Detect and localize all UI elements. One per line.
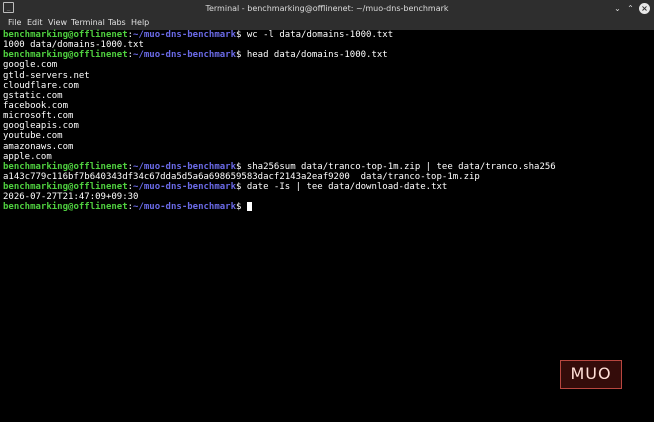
prompt-symbol: $ [236, 50, 247, 61]
output-line: 1000 data/domains-1000.txt [3, 40, 646, 50]
watermark-text: MUO [570, 364, 612, 383]
output-text: 1000 data/domains-1000.txt [3, 40, 144, 51]
menu-tabs[interactable]: Tabs [108, 18, 126, 27]
output-line: gstatic.com [3, 91, 646, 101]
output-line: gtld-servers.net [3, 71, 646, 81]
prompt-path: ~/muo-dns-benchmark [133, 202, 236, 213]
output-text: gstatic.com [3, 90, 63, 101]
output-text: a143c779c116bf7b640343df34c67dda5d5a6a69… [3, 171, 480, 182]
prompt-symbol: $ [236, 30, 247, 40]
text-cursor [246, 202, 252, 212]
prompt-user-host: benchmarking@offlinenet [3, 182, 128, 193]
output-line: microsoft.com [3, 111, 646, 121]
menu-edit[interactable]: Edit [27, 18, 43, 27]
output-line: apple.com [3, 152, 646, 162]
prompt-user-host: benchmarking@offlinenet [3, 30, 128, 40]
prompt-line: benchmarking@offlinenet:~/muo-dns-benchm… [3, 182, 646, 192]
window-title: Terminal - benchmarking@offlinenet: ~/mu… [205, 4, 449, 13]
output-text: microsoft.com [3, 111, 74, 122]
output-line: googleapis.com [3, 121, 646, 131]
prompt-symbol: $ [236, 182, 247, 193]
terminal-window: _ Terminal - benchmarking@offlinenet: ~/… [0, 0, 654, 422]
prompt-path: ~/muo-dns-benchmark [133, 161, 236, 172]
prompt-line: benchmarking@offlinenet:~/muo-dns-benchm… [3, 50, 646, 60]
command-text: date -Is | tee data/download-date.txt [246, 182, 448, 193]
output-text: 2026-07-27T21:47:09+09:30 [3, 192, 139, 203]
prompt-symbol: $ [236, 161, 247, 172]
output-text: apple.com [3, 151, 52, 162]
minimize-icon[interactable]: ⌄ [612, 3, 623, 14]
output-line: a143c779c116bf7b640343df34c67dda5d5a6a69… [3, 172, 646, 182]
prompt-user-host: benchmarking@offlinenet [3, 202, 128, 213]
menu-view[interactable]: View [48, 18, 67, 27]
prompt-path: ~/muo-dns-benchmark [133, 30, 236, 40]
output-text: facebook.com [3, 100, 69, 111]
output-line: youtube.com [3, 131, 646, 141]
output-line: cloudflare.com [3, 81, 646, 91]
prompt-user-host: benchmarking@offlinenet [3, 50, 128, 61]
command-text: wc -l data/domains-1000.txt [246, 30, 394, 40]
prompt-symbol: $ [236, 202, 247, 213]
prompt-line: benchmarking@offlinenet:~/muo-dns-benchm… [3, 202, 646, 212]
prompt-path: ~/muo-dns-benchmark [133, 182, 236, 193]
output-text: googleapis.com [3, 121, 79, 132]
output-text: gtld-servers.net [3, 70, 90, 81]
scrollbar[interactable] [646, 30, 654, 422]
prompt-line: benchmarking@offlinenet:~/muo-dns-benchm… [3, 162, 646, 172]
output-line: amazonaws.com [3, 142, 646, 152]
maximize-icon[interactable]: ⌃ [625, 3, 636, 14]
terminal-output[interactable]: benchmarking@offlinenet:~/muo-dns-benchm… [0, 30, 646, 422]
menu-terminal[interactable]: Terminal [71, 18, 105, 27]
command-text: head data/domains-1000.txt [246, 50, 388, 61]
prompt-path: ~/muo-dns-benchmark [133, 50, 236, 61]
output-line: google.com [3, 60, 646, 70]
output-line: 2026-07-27T21:47:09+09:30 [3, 192, 646, 202]
menu-file[interactable]: File [8, 18, 21, 27]
command-text: sha256sum data/tranco-top-1m.zip | tee d… [246, 161, 556, 172]
prompt-user-host: benchmarking@offlinenet [3, 161, 128, 172]
output-text: amazonaws.com [3, 141, 74, 152]
output-text: cloudflare.com [3, 80, 79, 91]
muo-watermark-logo: MUO [560, 360, 622, 389]
output-text: google.com [3, 60, 58, 71]
close-icon[interactable]: × [639, 3, 650, 14]
title-bar[interactable]: _ Terminal - benchmarking@offlinenet: ~/… [0, 0, 654, 17]
menu-help[interactable]: Help [131, 18, 149, 27]
prompt-line: benchmarking@offlinenet:~/muo-dns-benchm… [3, 30, 646, 40]
output-line: facebook.com [3, 101, 646, 111]
output-text: youtube.com [3, 131, 63, 142]
menu-bar: File Edit View Terminal Tabs Help [0, 17, 654, 30]
